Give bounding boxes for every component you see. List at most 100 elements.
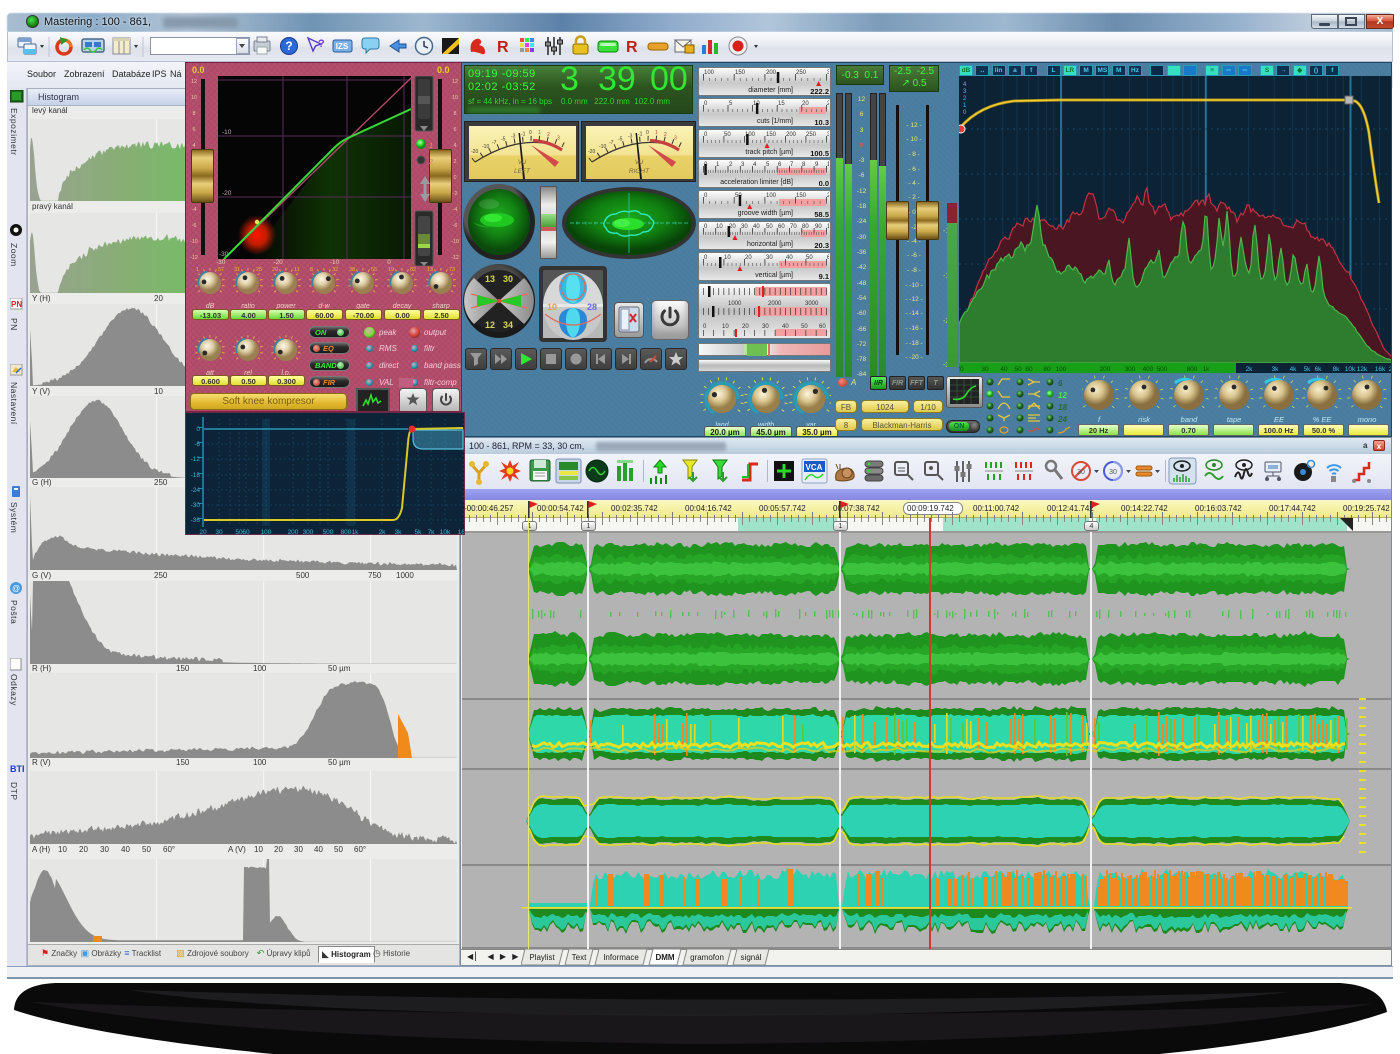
svg-text:5k: 5k	[1304, 366, 1312, 373]
svg-text:250: 250	[806, 132, 817, 138]
svg-text:- -10 -: - -10 -	[905, 282, 922, 289]
svg-text:-6: -6	[453, 223, 458, 229]
svg-text:20: 20	[742, 324, 749, 330]
svg-text:- 2 -: - 2 -	[908, 194, 920, 201]
svg-text:band: band	[1181, 415, 1199, 424]
svg-text:Playlist: Playlist	[529, 953, 555, 962]
svg-text:10k: 10k	[440, 529, 451, 535]
svg-text:150: 150	[796, 193, 807, 199]
svg-text:1: 1	[655, 130, 658, 136]
svg-text:30: 30	[741, 224, 748, 230]
svg-text:-2: -2	[453, 191, 458, 197]
svg-text:400: 400	[1143, 366, 1154, 373]
svg-text:25: 25	[256, 267, 262, 273]
svg-text:- 10 -: - 10 -	[906, 136, 921, 143]
svg-text:-7: -7	[492, 140, 497, 146]
svg-text:- -12 -: - -12 -	[905, 296, 922, 303]
svg-text:34: 34	[503, 320, 513, 330]
svg-text:200: 200	[766, 70, 777, 76]
svg-text:2: 2	[729, 162, 733, 168]
svg-text:4: 4	[453, 143, 456, 149]
svg-text:80: 80	[802, 224, 809, 230]
svg-text:-10: -10	[599, 144, 606, 150]
svg-text:-3: -3	[628, 134, 633, 140]
svg-text:80: 80	[1043, 366, 1051, 373]
svg-text:8: 8	[453, 111, 456, 117]
svg-text:50: 50	[766, 224, 773, 230]
svg-text:-30: -30	[219, 251, 229, 258]
svg-text:300: 300	[1125, 366, 1136, 373]
svg-text:100: 100	[766, 193, 777, 199]
svg-text:150: 150	[766, 132, 777, 138]
svg-text:1: 1	[196, 267, 199, 273]
svg-text:16k: 16k	[1375, 366, 1386, 373]
svg-text:5: 5	[729, 101, 733, 107]
svg-text:12: 12	[452, 79, 458, 85]
svg-text:-72: -72	[857, 341, 867, 348]
svg-text:- -20 -: - -20 -	[905, 354, 922, 360]
svg-text:?: ?	[285, 39, 292, 53]
svg-text:- 12 -: - 12 -	[906, 122, 921, 129]
svg-text:70: 70	[790, 224, 797, 230]
svg-text:60: 60	[827, 255, 829, 261]
svg-text:20: 20	[959, 366, 964, 373]
svg-text:50: 50	[735, 193, 742, 199]
svg-text:20: 20	[802, 101, 809, 107]
svg-text:-10: -10	[222, 129, 232, 136]
svg-text:0: 0	[860, 142, 864, 149]
svg-text:0: 0	[704, 132, 708, 138]
svg-text:-7: -7	[609, 140, 614, 146]
svg-text:- 6 -: - 6 -	[908, 166, 920, 173]
svg-text:1: 1	[716, 162, 720, 168]
svg-text:-4: -4	[192, 207, 197, 213]
svg-text:- 4 -: - 4 -	[908, 180, 920, 187]
svg-text:mono: mono	[1358, 415, 1377, 424]
svg-text:3: 3	[741, 162, 745, 168]
svg-text:6k: 6k	[1315, 366, 1323, 373]
svg-text:-12: -12	[451, 255, 459, 261]
svg-text:2: 2	[428, 159, 433, 166]
svg-text:10: 10	[724, 255, 731, 261]
svg-text:30: 30	[215, 529, 223, 535]
svg-text:- -14 -: - -14 -	[905, 310, 922, 317]
svg-text:-5: -5	[618, 137, 623, 143]
svg-text:200: 200	[288, 529, 299, 535]
svg-text:12: 12	[191, 79, 197, 85]
svg-text:R: R	[497, 39, 509, 56]
svg-text:19: 19	[388, 267, 394, 273]
svg-text:800: 800	[1187, 366, 1198, 373]
svg-text:-42: -42	[857, 264, 867, 271]
svg-text:32: 32	[332, 267, 338, 273]
svg-text:20: 20	[199, 529, 207, 535]
svg-text:-6: -6	[192, 223, 197, 229]
svg-text:8: 8	[802, 162, 806, 168]
svg-text:-3: -3	[859, 157, 865, 164]
svg-text:- -8 -: - -8 -	[907, 267, 921, 274]
svg-text:12: 12	[1058, 391, 1067, 400]
svg-text:IZS: IZS	[336, 42, 349, 51]
svg-text:30: 30	[762, 324, 769, 330]
svg-text:VCA: VCA	[806, 463, 823, 472]
svg-text:0: 0	[529, 130, 532, 136]
svg-text:500: 500	[323, 529, 334, 535]
svg-text:60: 60	[778, 224, 785, 230]
svg-text:18: 18	[1058, 403, 1067, 412]
svg-text:12: 12	[485, 320, 495, 330]
svg-text:10: 10	[547, 302, 557, 312]
svg-text:12: 12	[858, 96, 866, 103]
svg-text:5: 5	[766, 162, 770, 168]
svg-text:31: 31	[234, 267, 240, 273]
svg-text:300: 300	[827, 70, 829, 76]
svg-text:10: 10	[722, 324, 729, 330]
svg-text:0: 0	[704, 193, 708, 199]
svg-text:20: 20	[745, 255, 752, 261]
svg-text:-3: -3	[511, 134, 516, 140]
svg-text:57: 57	[218, 267, 224, 273]
svg-text:-18: -18	[857, 203, 867, 210]
svg-text:- -16 -: - -16 -	[905, 325, 922, 332]
svg-text:VU: VU	[518, 160, 527, 166]
svg-text:30: 30	[503, 274, 513, 284]
svg-text:50: 50	[724, 132, 731, 138]
svg-text:38: 38	[349, 267, 355, 273]
svg-text:10: 10	[452, 95, 458, 101]
